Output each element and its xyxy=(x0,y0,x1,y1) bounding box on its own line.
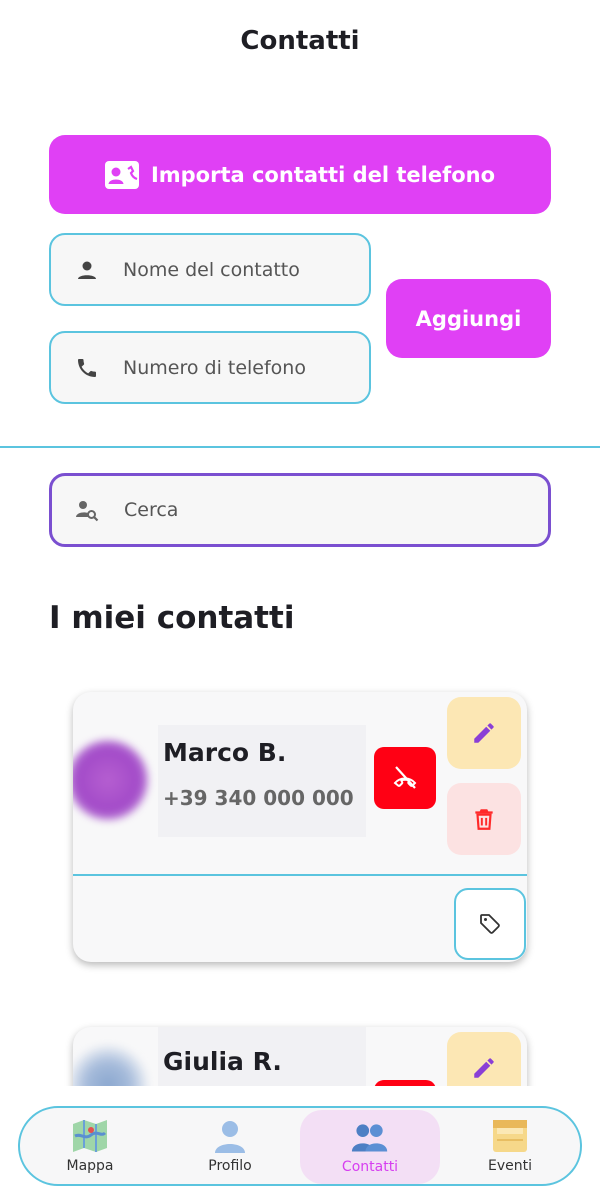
bottom-navigation: Mappa Profilo Contatti Eventi xyxy=(18,1106,582,1186)
pencil-icon xyxy=(474,723,494,743)
trash-icon xyxy=(475,809,493,830)
import-contacts-button[interactable]: Importa contatti del telefono xyxy=(49,135,551,214)
nav-label: Profilo xyxy=(208,1158,252,1174)
import-contacts-label: Importa contatti del telefono xyxy=(150,162,496,187)
contact-card-icon xyxy=(104,160,139,189)
events-icon xyxy=(491,1118,529,1154)
nav-label: Eventi xyxy=(488,1158,532,1174)
section-divider xyxy=(0,446,600,448)
delete-contact-button[interactable] xyxy=(447,783,521,855)
phone-number-field[interactable] xyxy=(49,331,371,404)
contacts-icon xyxy=(351,1119,389,1155)
phone-icon xyxy=(75,356,99,380)
search-input[interactable] xyxy=(124,499,504,521)
phone-off-icon xyxy=(393,766,417,789)
avatar xyxy=(73,740,148,820)
contact-phone: +39 340 000 000 xyxy=(163,786,354,810)
nav-item-contatti[interactable]: Contatti xyxy=(300,1110,440,1184)
search-field[interactable] xyxy=(49,473,551,547)
contact-name: Giulia R. xyxy=(163,1047,282,1076)
tag-icon xyxy=(480,914,500,934)
page-title: Contatti xyxy=(240,26,360,56)
contact-name-field[interactable] xyxy=(49,233,371,306)
profile-icon xyxy=(211,1118,249,1154)
edit-contact-button[interactable] xyxy=(447,697,521,769)
map-icon xyxy=(71,1118,109,1154)
card-divider xyxy=(73,874,527,876)
tag-contact-button[interactable] xyxy=(454,888,526,960)
contact-name-input[interactable] xyxy=(123,258,343,281)
contact-card: Marco B. +39 340 000 000 xyxy=(73,692,527,962)
nav-label: Mappa xyxy=(66,1158,114,1174)
add-contact-button[interactable]: Aggiungi xyxy=(386,279,551,358)
contact-name: Marco B. xyxy=(163,738,287,767)
pencil-icon xyxy=(474,1058,494,1078)
nav-item-eventi[interactable]: Eventi xyxy=(440,1108,580,1184)
phone-number-input[interactable] xyxy=(123,356,343,379)
disable-call-button[interactable] xyxy=(374,747,436,809)
person-search-icon xyxy=(74,497,100,523)
nav-label: Contatti xyxy=(341,1159,399,1175)
nav-item-mappa[interactable]: Mappa xyxy=(20,1108,160,1184)
section-title: I miei contatti xyxy=(49,600,295,636)
person-icon xyxy=(75,258,99,282)
nav-item-profilo[interactable]: Profilo xyxy=(160,1108,300,1184)
